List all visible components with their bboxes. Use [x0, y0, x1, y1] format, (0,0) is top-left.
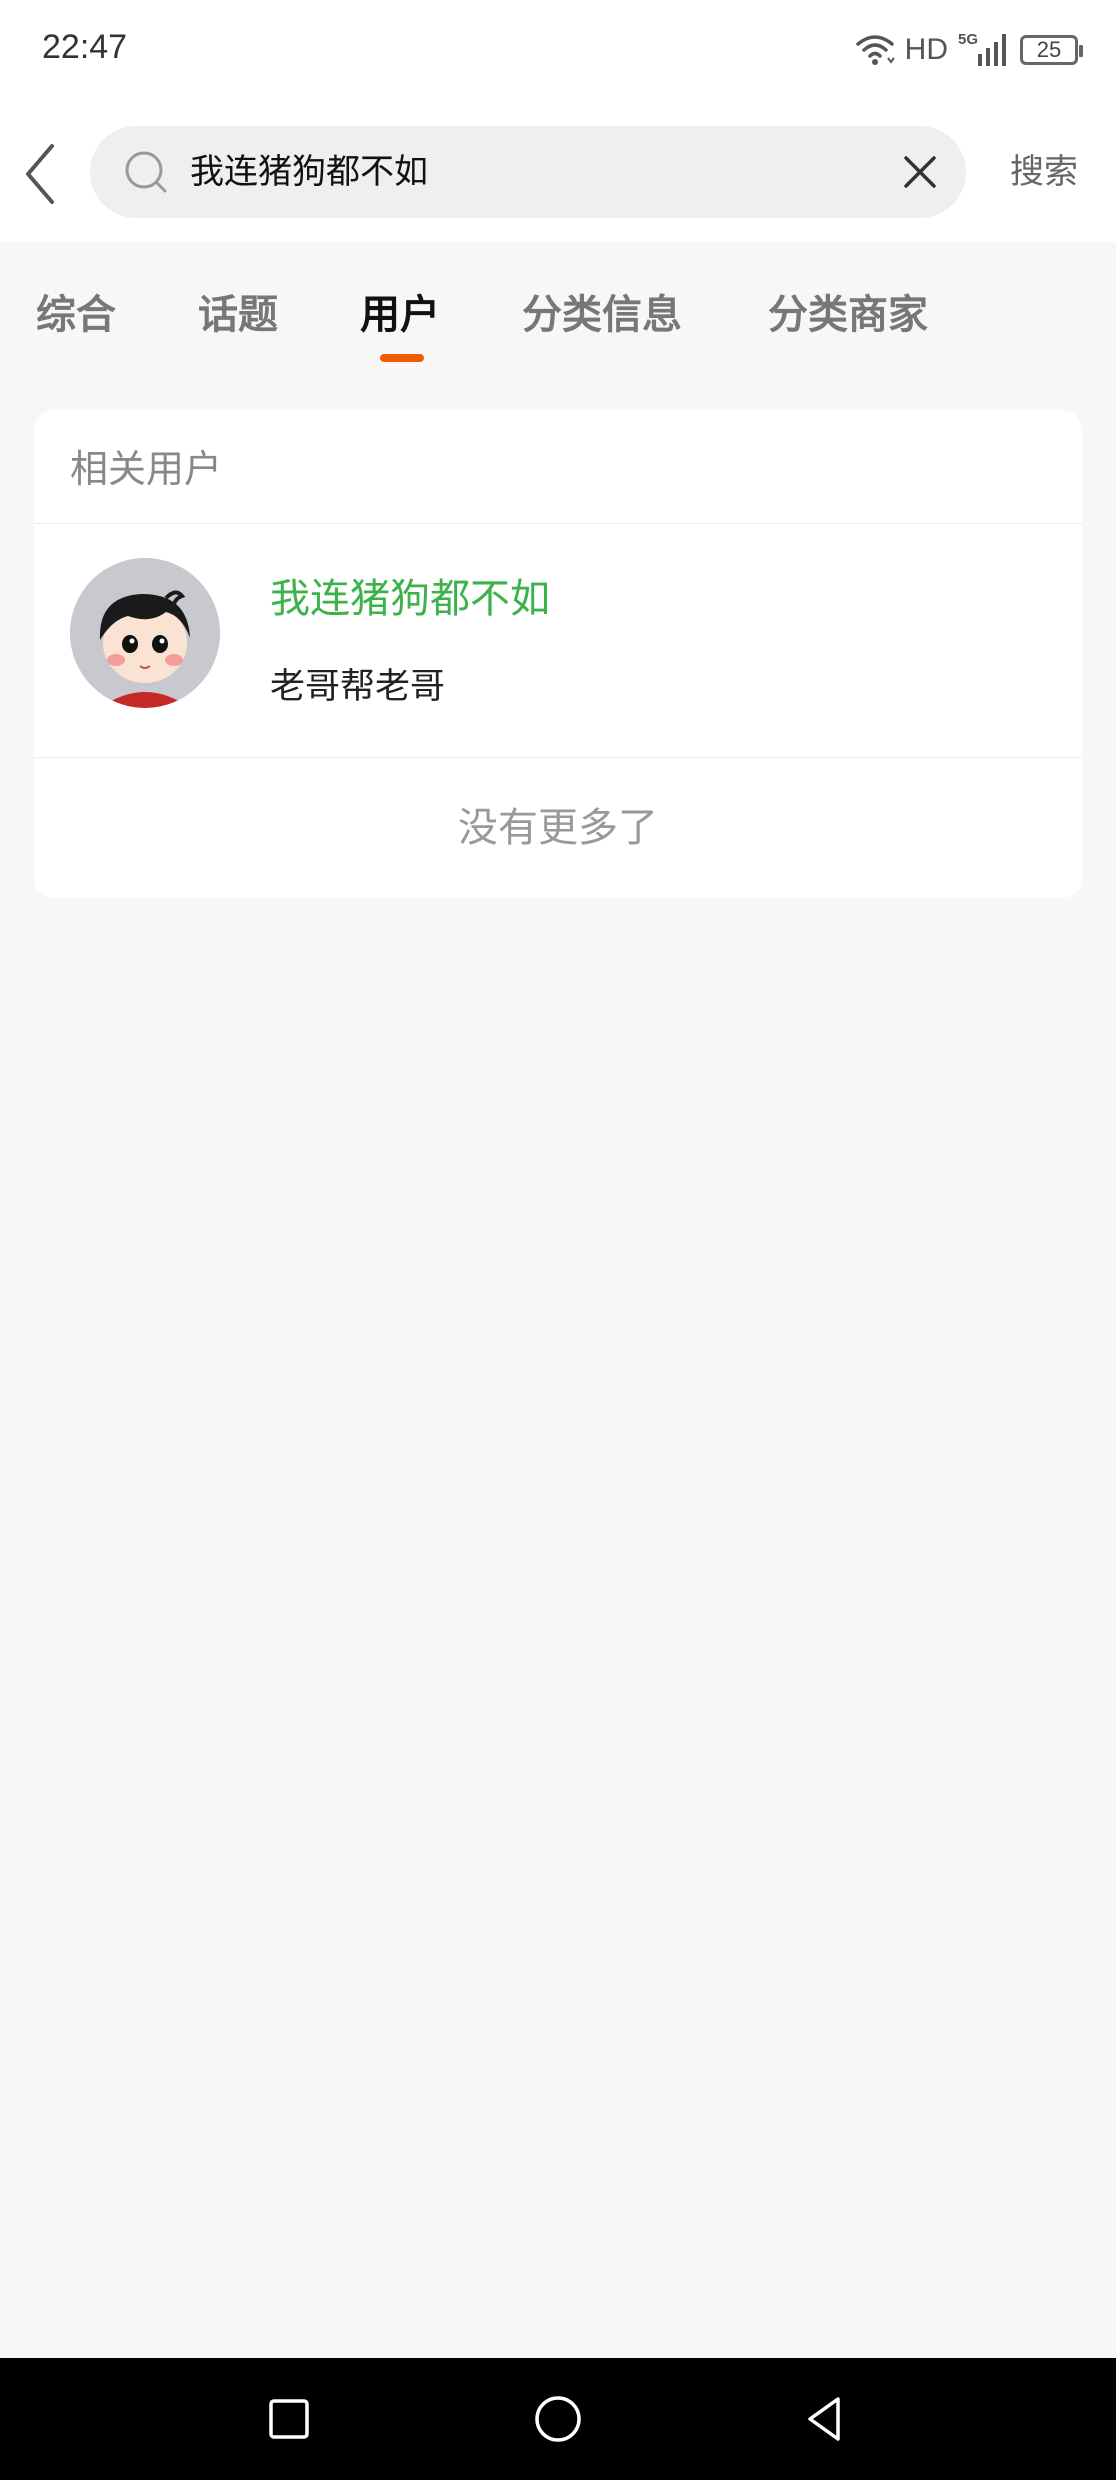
search-icon	[122, 148, 170, 196]
signal-5g-label: 5G	[958, 31, 978, 48]
back-nav-button[interactable]	[792, 2386, 858, 2452]
status-bar: 22:47 HD 5G 25	[0, 0, 1116, 104]
recent-apps-button[interactable]	[256, 2386, 322, 2452]
search-box[interactable]: 我连猪狗都不如	[90, 126, 966, 218]
triangle-back-icon	[808, 2397, 840, 2441]
tab-users[interactable]: 用户	[360, 282, 440, 340]
no-more-text: 没有更多了	[458, 805, 658, 851]
square-icon	[269, 2399, 309, 2439]
user-name[interactable]: 我连猪狗都不如	[270, 566, 550, 624]
avatar[interactable]	[70, 558, 220, 708]
signal-icon: 5G	[958, 30, 1010, 70]
system-nav-bar	[0, 2358, 1116, 2480]
status-time: 22:47	[42, 28, 128, 66]
battery-level: 25	[1036, 37, 1062, 62]
battery-icon: 25	[1020, 35, 1083, 65]
circle-icon	[535, 2396, 581, 2442]
tab-bar: 综合 话题 用户 分类信息 分类商家	[0, 242, 1116, 372]
chevron-left-icon	[26, 144, 54, 204]
clear-icon[interactable]	[900, 152, 940, 192]
status-icons: HD 5G 25	[855, 28, 1083, 72]
wifi-icon	[855, 32, 895, 68]
network-type-label: HD	[904, 33, 948, 66]
back-button[interactable]	[14, 134, 70, 214]
section-title: 相关用户	[70, 447, 223, 491]
tab-classified-merchants[interactable]: 分类商家	[768, 282, 928, 340]
active-tab-indicator	[380, 354, 424, 362]
related-users-card: 相关用户 我连猪狗都不如 老哥帮老哥 没有更多了	[34, 410, 1082, 898]
cartoon-boy-avatar-icon	[70, 558, 220, 708]
card-header: 相关用户	[34, 410, 1082, 524]
search-header: 我连猪狗都不如 搜索	[0, 104, 1116, 242]
tab-topics[interactable]: 话题	[198, 282, 278, 340]
search-button[interactable]: 搜索	[994, 126, 1094, 218]
tab-overview[interactable]: 综合	[36, 282, 116, 340]
search-input[interactable]: 我连猪狗都不如	[190, 126, 850, 218]
user-list-item[interactable]: 我连猪狗都不如 老哥帮老哥	[34, 524, 1082, 758]
user-description: 老哥帮老哥	[270, 667, 446, 707]
home-button[interactable]	[525, 2386, 591, 2452]
tab-classified-info[interactable]: 分类信息	[522, 282, 682, 340]
